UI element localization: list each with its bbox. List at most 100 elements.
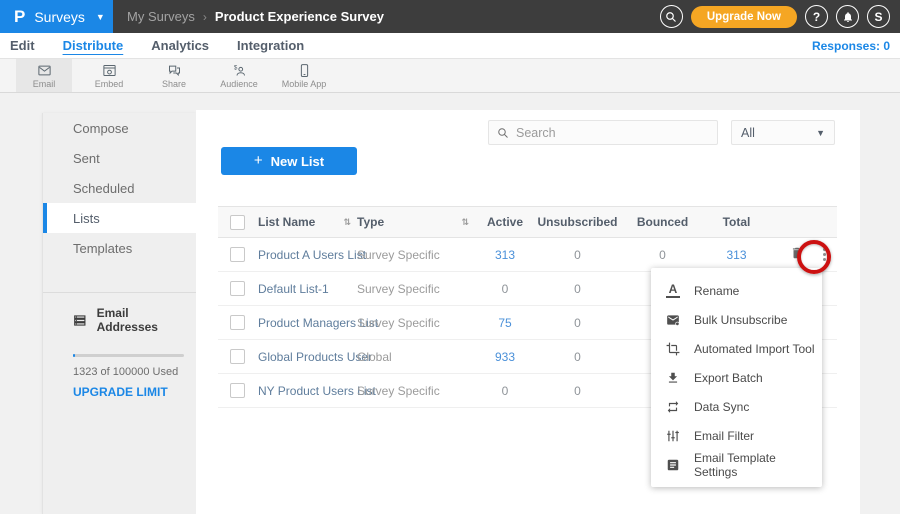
row-checkbox[interactable] — [230, 349, 245, 364]
list-filter-dropdown[interactable]: All ▼ — [731, 120, 835, 145]
channel-mobile-app[interactable]: Mobile App — [276, 59, 332, 92]
email-addresses-block: Email Addresses 1323 of 100000 Used UPGR… — [43, 306, 196, 399]
channel-share-label: Share — [162, 79, 186, 89]
channel-audience[interactable]: $ Audience — [211, 59, 267, 92]
list-type: Survey Specific — [357, 282, 440, 296]
menu-item-label: Bulk Unsubscribe — [694, 313, 787, 327]
list-search-box[interactable] — [488, 120, 718, 145]
menu-item-label: Email Template Settings — [694, 451, 822, 479]
tab-distribute[interactable]: Distribute — [63, 38, 124, 53]
notifications-button[interactable] — [836, 5, 859, 28]
list-name-link[interactable]: Product A Users List — [258, 248, 366, 262]
channel-embed-label: Embed — [95, 79, 124, 89]
search-icon — [497, 127, 509, 139]
menu-item-label: Data Sync — [694, 400, 749, 414]
row-checkbox[interactable] — [230, 247, 245, 262]
search-icon — [665, 11, 677, 23]
total-count[interactable]: 313 — [705, 248, 768, 262]
channel-embed[interactable]: Embed — [81, 59, 137, 92]
plus-icon: + — [254, 152, 263, 169]
active-count[interactable]: 933 — [475, 350, 535, 364]
row-checkbox[interactable] — [230, 315, 245, 330]
avatar[interactable]: S — [867, 5, 890, 28]
sort-icon[interactable]: ⇅ — [343, 217, 351, 228]
menu-item-export-batch[interactable]: Export Batch — [651, 363, 822, 392]
help-button[interactable]: ? — [805, 5, 828, 28]
channel-audience-label: Audience — [220, 79, 258, 89]
sidebar-item-sent[interactable]: Sent — [43, 143, 196, 173]
trash-icon — [790, 246, 804, 260]
email-template-settings-icon — [666, 458, 680, 472]
bulk-unsubscribe-icon — [666, 313, 680, 327]
search-button[interactable] — [660, 5, 683, 28]
channel-email[interactable]: Email — [16, 59, 72, 92]
list-actions-menu: A Rename Bulk Unsubscribe Automated Impo… — [651, 268, 822, 487]
menu-item-rename[interactable]: A Rename — [651, 276, 822, 305]
responses-count[interactable]: Responses: 0 — [812, 39, 890, 53]
share-icon — [167, 63, 182, 78]
delete-list-button[interactable] — [790, 246, 804, 263]
unsubscribed-count: 0 — [535, 248, 620, 262]
table-row: Product A Users List Survey Specific 313… — [218, 238, 837, 272]
list-name-link[interactable]: Global Products User — [258, 350, 372, 364]
column-bounced: Bounced — [620, 215, 705, 229]
upgrade-now-button[interactable]: Upgrade Now — [691, 6, 797, 28]
upgrade-limit-link[interactable]: UPGRADE LIMIT — [73, 385, 184, 399]
active-count[interactable]: 75 — [475, 316, 535, 330]
column-list-name: List Name — [258, 215, 315, 229]
menu-item-label: Email Filter — [694, 429, 754, 443]
svg-text:$: $ — [233, 64, 237, 71]
column-active: Active — [475, 215, 535, 229]
menu-item-label: Export Batch — [694, 371, 763, 385]
channel-email-label: Email — [33, 79, 56, 89]
content-area: Compose Sent Scheduled Lists Templates E… — [0, 93, 900, 514]
row-menu-button[interactable] — [820, 245, 829, 264]
export-batch-icon — [666, 371, 680, 385]
sort-icon[interactable]: ⇅ — [461, 217, 469, 228]
active-count[interactable]: 0 — [475, 282, 535, 296]
tab-analytics[interactable]: Analytics — [151, 38, 209, 53]
email-usage-bar — [73, 354, 184, 357]
menu-item-label: Automated Import Tool — [694, 342, 815, 356]
sidebar-item-templates[interactable]: Templates — [43, 233, 196, 263]
new-list-button[interactable]: + New List — [221, 147, 357, 175]
tab-integration[interactable]: Integration — [237, 38, 304, 53]
email-addresses-title: Email Addresses — [97, 306, 184, 334]
menu-item-automated-import[interactable]: Automated Import Tool — [651, 334, 822, 363]
menu-item-email-template-settings[interactable]: Email Template Settings — [651, 450, 822, 479]
menu-item-data-sync[interactable]: Data Sync — [651, 392, 822, 421]
sidebar-divider — [43, 292, 196, 293]
list-name-link[interactable]: Default List-1 — [258, 282, 329, 296]
row-checkbox[interactable] — [230, 281, 245, 296]
sidebar-item-lists[interactable]: Lists — [43, 203, 196, 233]
tab-edit[interactable]: Edit — [10, 38, 35, 53]
row-checkbox[interactable] — [230, 383, 245, 398]
menu-item-bulk-unsubscribe[interactable]: Bulk Unsubscribe — [651, 305, 822, 334]
unsubscribed-count: 0 — [535, 384, 620, 398]
column-total: Total — [705, 215, 768, 229]
breadcrumb-separator-icon: › — [203, 10, 207, 24]
email-usage-fill — [73, 354, 75, 357]
email-usage-text: 1323 of 100000 Used — [73, 366, 184, 378]
menu-item-label: Rename — [694, 284, 739, 298]
survey-nav: Edit Distribute Analytics Integration Re… — [0, 33, 900, 59]
lists-panel: All ▼ + New List List Name ⇅ Type ⇅ Acti… — [196, 110, 860, 514]
unsubscribed-count: 0 — [535, 350, 620, 364]
sidebar-item-scheduled[interactable]: Scheduled — [43, 173, 196, 203]
menu-item-email-filter[interactable]: Email Filter — [651, 421, 822, 450]
product-switcher[interactable]: P Surveys ▼ — [0, 0, 113, 33]
select-all-checkbox[interactable] — [230, 215, 245, 230]
bell-icon — [842, 11, 854, 23]
questionpro-logo-icon: P — [14, 8, 25, 25]
unsubscribed-count: 0 — [535, 282, 620, 296]
unsubscribed-count: 0 — [535, 316, 620, 330]
filter-selected-value: All — [741, 126, 755, 140]
breadcrumb: My Surveys › Product Experience Survey — [127, 9, 384, 24]
email-icon — [37, 63, 52, 78]
channel-share[interactable]: Share — [146, 59, 202, 92]
sidebar-item-compose[interactable]: Compose — [43, 113, 196, 143]
breadcrumb-my-surveys[interactable]: My Surveys — [127, 9, 195, 24]
search-input[interactable] — [516, 126, 709, 140]
active-count[interactable]: 313 — [475, 248, 535, 262]
active-count[interactable]: 0 — [475, 384, 535, 398]
